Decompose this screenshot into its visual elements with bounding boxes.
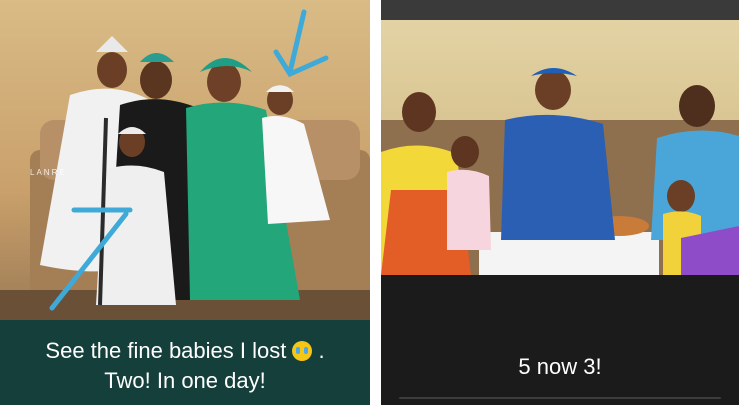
left-caption: See the fine babies I lost . Two! In one… [0,336,370,396]
family-photo-left: LANRE [0,0,370,320]
bottom-divider [399,397,721,399]
caption-line-2: Two! In one day! [104,368,266,393]
right-post: 5 now 3! [381,0,739,405]
family-photo-right [381,20,739,275]
left-post: LANRE See the fine babies I lost . Two! … [0,0,370,405]
top-bar [381,0,739,20]
photographer-watermark: LANRE [30,168,67,177]
caption-period: . [318,338,325,363]
right-caption: 5 now 3! [518,354,602,379]
crying-face-icon [292,341,313,361]
caption-line-1: See the fine babies I lost [45,338,287,363]
